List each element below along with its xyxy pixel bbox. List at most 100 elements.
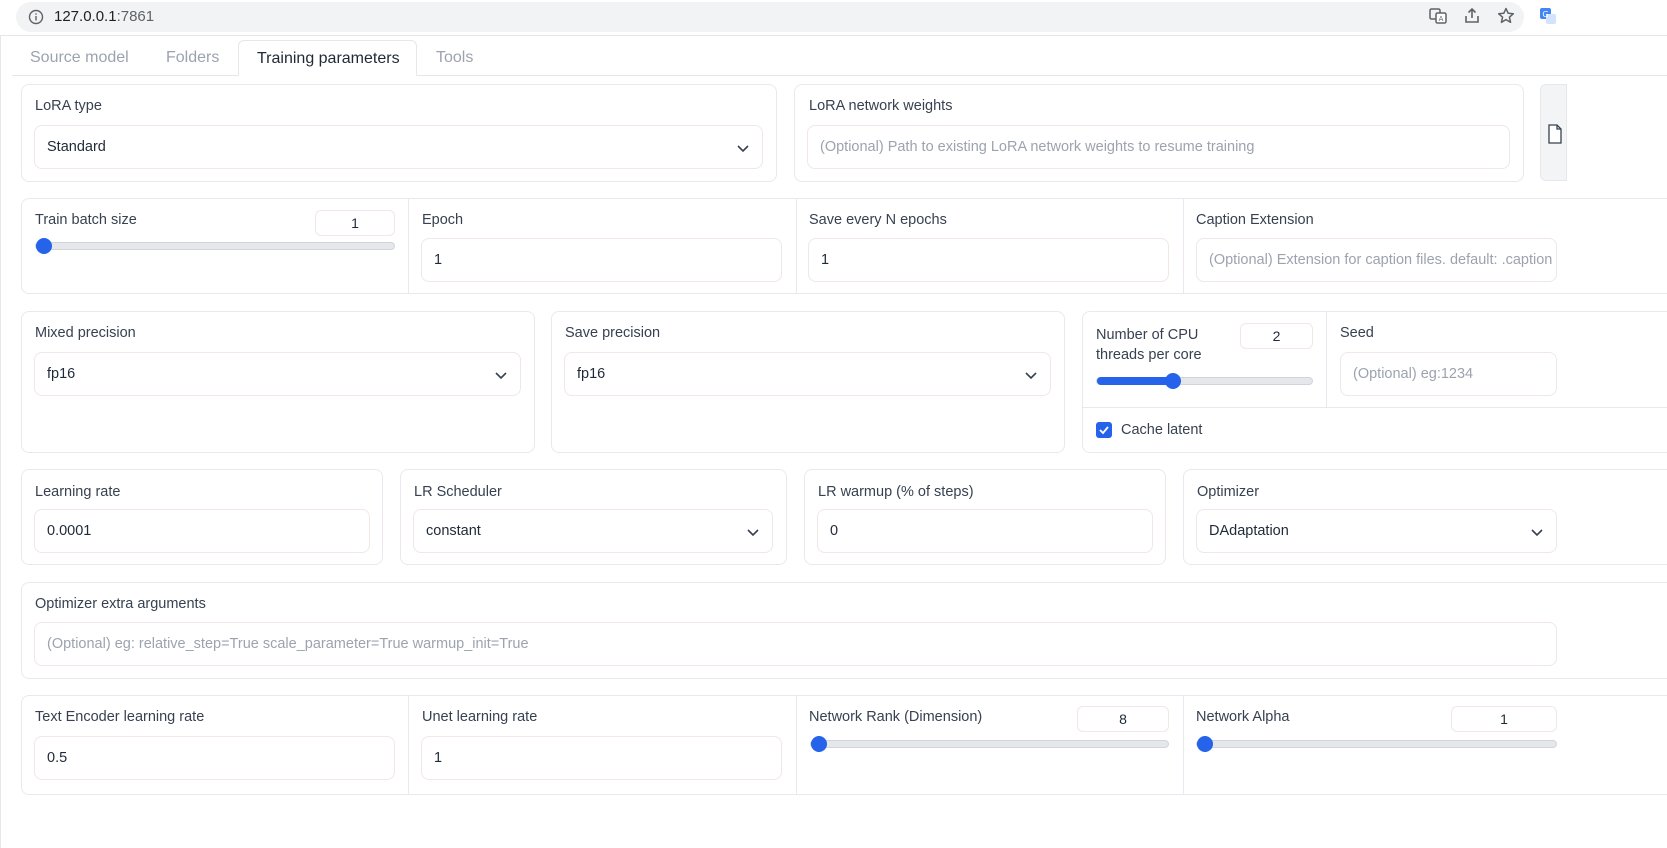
separator xyxy=(408,695,409,795)
epoch-input[interactable]: 1 xyxy=(421,238,782,282)
chevron-down-icon xyxy=(1531,529,1543,537)
address-bar[interactable]: 127.0.0.1:7861 xyxy=(16,2,1524,32)
train-batch-size-label: Train batch size xyxy=(35,212,137,228)
file-browse-button[interactable] xyxy=(1540,84,1567,181)
text-encoder-lr-input[interactable]: 0.5 xyxy=(34,736,395,780)
url-host: 127.0.0.1 xyxy=(54,8,117,25)
lora-weights-label: LoRA network weights xyxy=(809,98,953,114)
mixed-precision-label: Mixed precision xyxy=(35,325,136,341)
tab-source-model[interactable]: Source model xyxy=(12,40,147,76)
seed-input[interactable]: (Optional) eg:1234 xyxy=(1340,352,1557,396)
separator xyxy=(1183,198,1184,294)
learning-rate-value: 0.0001 xyxy=(47,523,92,539)
page-edge xyxy=(0,36,1,848)
lr-scheduler-value: constant xyxy=(426,523,481,539)
optimizer-label: Optimizer xyxy=(1197,484,1260,500)
save-precision-label: Save precision xyxy=(565,325,661,341)
unet-lr-input[interactable]: 1 xyxy=(421,736,782,780)
save-precision-value: fp16 xyxy=(577,366,606,382)
text-encoder-lr-label: Text Encoder learning rate xyxy=(35,709,205,725)
caption-ext-placeholder: (Optional) Extension for caption files. … xyxy=(1209,252,1553,268)
svg-text:A: A xyxy=(1439,15,1444,23)
network-alpha-label: Network Alpha xyxy=(1196,709,1290,725)
slider-fill xyxy=(1097,377,1173,385)
lora-type-dropdown[interactable]: Standard xyxy=(34,125,763,169)
seed-placeholder: (Optional) eg:1234 xyxy=(1353,366,1474,382)
optimizer-args-placeholder: (Optional) eg: relative_step=True scale_… xyxy=(47,636,529,652)
lora-weights-input[interactable]: (Optional) Path to existing LoRA network… xyxy=(807,125,1510,169)
separator xyxy=(796,198,797,294)
svg-text:G: G xyxy=(1542,10,1548,19)
url-port: :7861 xyxy=(116,8,155,25)
cache-latent-label[interactable]: Cache latent xyxy=(1121,422,1202,438)
optimizer-dropdown[interactable]: DAdaptation xyxy=(1196,509,1557,553)
optimizer-value: DAdaptation xyxy=(1209,523,1289,539)
share-icon[interactable] xyxy=(1462,6,1482,26)
mixed-precision-dropdown[interactable]: fp16 xyxy=(34,352,521,396)
train-batch-size-number[interactable]: 1 xyxy=(315,210,395,236)
optimizer-args-input[interactable]: (Optional) eg: relative_step=True scale_… xyxy=(34,622,1557,666)
train-batch-size-slider[interactable] xyxy=(35,238,395,254)
info-icon[interactable] xyxy=(28,9,44,25)
separator xyxy=(796,695,797,795)
network-rank-label: Network Rank (Dimension) xyxy=(809,709,983,725)
cache-latent-checkbox[interactable] xyxy=(1096,422,1112,438)
mixed-precision-value: fp16 xyxy=(47,366,76,382)
seed-label: Seed xyxy=(1340,325,1374,341)
chevron-down-icon xyxy=(747,529,759,537)
separator xyxy=(1082,407,1667,408)
text-encoder-lr-value: 0.5 xyxy=(47,750,68,766)
lr-warmup-input[interactable]: 0 xyxy=(817,509,1153,553)
separator xyxy=(1326,311,1327,407)
epoch-value: 1 xyxy=(434,252,443,268)
chevron-down-icon xyxy=(1025,372,1037,380)
learning-rate-label: Learning rate xyxy=(35,484,121,500)
slider-thumb[interactable] xyxy=(1165,373,1181,389)
learning-rate-input[interactable]: 0.0001 xyxy=(34,509,370,553)
check-icon xyxy=(1099,426,1109,435)
network-rank-slider[interactable] xyxy=(810,736,1169,752)
extension-icon[interactable]: G xyxy=(1538,6,1558,26)
lr-scheduler-label: LR Scheduler xyxy=(414,484,502,500)
tab-folders[interactable]: Folders xyxy=(148,40,237,76)
cpu-threads-label-line2: threads per core xyxy=(1096,347,1202,363)
network-alpha-slider[interactable] xyxy=(1196,736,1557,752)
lora-type-label: LoRA type xyxy=(35,98,102,114)
lora-type-value: Standard xyxy=(47,139,106,155)
cpu-threads-label: Number of CPU threads per core xyxy=(1096,325,1202,365)
network-alpha-number[interactable]: 1 xyxy=(1451,706,1557,732)
optimizer-args-label: Optimizer extra arguments xyxy=(35,596,206,612)
file-icon xyxy=(1548,124,1562,144)
translate-icon[interactable]: A xyxy=(1428,6,1448,26)
url-text[interactable]: 127.0.0.1:7861 xyxy=(54,8,154,25)
save-every-label: Save every N epochs xyxy=(809,212,947,228)
separator xyxy=(1183,695,1184,795)
lr-warmup-label: LR warmup (% of steps) xyxy=(818,484,974,500)
star-icon[interactable] xyxy=(1496,6,1516,26)
lr-scheduler-dropdown[interactable]: constant xyxy=(413,509,773,553)
lora-weights-placeholder: (Optional) Path to existing LoRA network… xyxy=(820,139,1255,155)
save-every-value: 1 xyxy=(821,252,830,268)
slider-thumb[interactable] xyxy=(811,736,827,752)
unet-lr-label: Unet learning rate xyxy=(422,709,538,725)
tab-training-parameters[interactable]: Training parameters xyxy=(238,40,417,76)
slider-thumb[interactable] xyxy=(36,238,52,254)
caption-ext-input[interactable]: (Optional) Extension for caption files. … xyxy=(1196,238,1557,282)
unet-lr-value: 1 xyxy=(434,750,443,766)
epoch-label: Epoch xyxy=(422,212,464,228)
network-rank-number[interactable]: 8 xyxy=(1077,706,1169,732)
chevron-down-icon xyxy=(495,372,507,380)
chrome-divider xyxy=(0,35,1667,36)
save-every-input[interactable]: 1 xyxy=(808,238,1169,282)
cpu-threads-label-line1: Number of CPU xyxy=(1096,327,1199,343)
tab-tools[interactable]: Tools xyxy=(418,40,491,76)
slider-thumb[interactable] xyxy=(1197,736,1213,752)
browser-toolbar: 127.0.0.1:7861 A G xyxy=(0,0,1667,34)
separator xyxy=(408,198,409,294)
caption-ext-label: Caption Extension xyxy=(1196,212,1314,228)
save-precision-dropdown[interactable]: fp16 xyxy=(564,352,1051,396)
chevron-down-icon xyxy=(737,145,749,153)
cpu-threads-number[interactable]: 2 xyxy=(1240,323,1313,349)
lr-warmup-value: 0 xyxy=(830,523,839,539)
cpu-threads-slider[interactable] xyxy=(1096,373,1313,389)
